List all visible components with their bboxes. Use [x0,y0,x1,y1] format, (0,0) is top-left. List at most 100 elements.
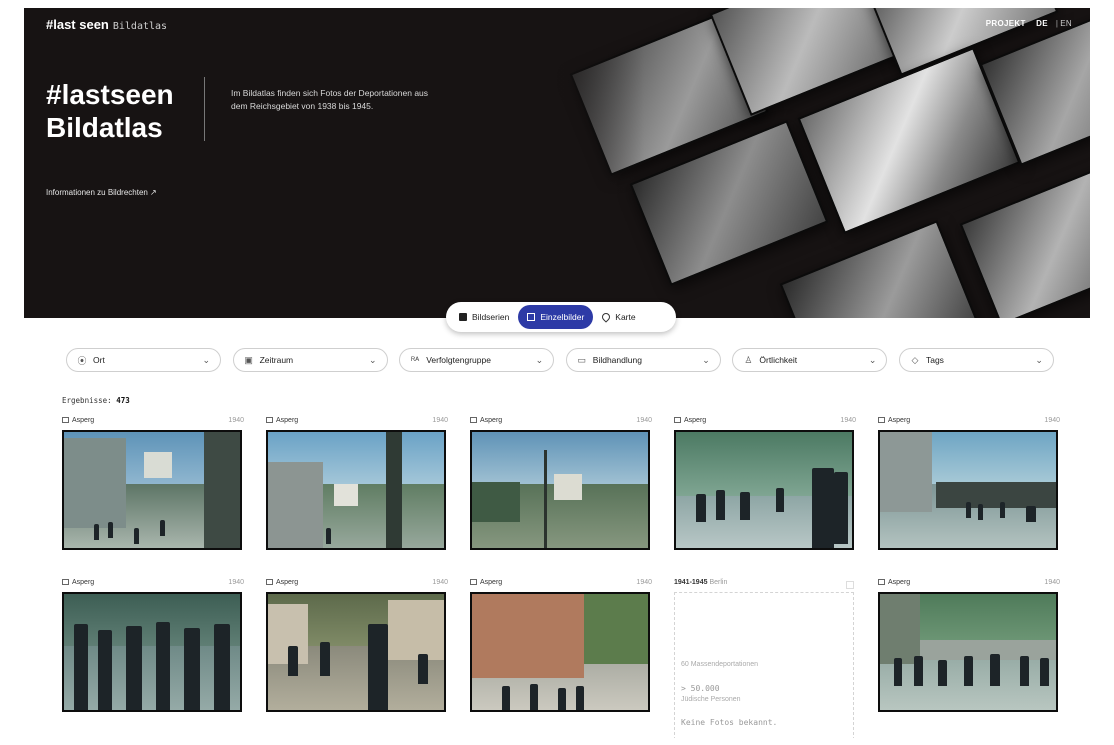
calendar-icon: ▣ [244,354,253,365]
card-location-text: Asperg [72,578,95,586]
card-location: Asperg [878,579,910,586]
image-icon [266,417,273,423]
results-count: Ergebnisse: 473 [62,396,130,405]
brand-sub: Bildatlas [112,21,168,32]
card-location: Asperg [266,579,298,586]
card-year: 1940 [432,416,448,424]
filter-bildhandlung[interactable]: ▭ Bildhandlung ⌄ [565,348,721,372]
card-location-text: Asperg [72,416,95,424]
card-photo[interactable] [470,430,650,550]
card-header: Asperg 1940 [878,576,1060,588]
card-location: Asperg [470,417,502,424]
card-location: Asperg [674,417,706,424]
chevron-down-icon: ⌄ [369,354,377,365]
brand-logo[interactable]: #last seen Bildatlas [46,17,167,32]
image-icon [62,579,69,585]
image-icon [470,579,477,585]
results-number: 473 [116,396,130,405]
card-location-text: Asperg [480,578,503,586]
image-card[interactable]: Asperg 1940 [470,576,652,712]
collage-fade [444,8,644,318]
card-year: 1940 [1044,578,1060,586]
chevron-down-icon: ⌄ [202,354,210,365]
image-card[interactable]: Asperg 1940 [266,414,448,550]
tab-label: Bildserien [472,312,510,322]
view-switcher: Bildserien Einzelbilder Karte [446,302,676,332]
card-location: Asperg [470,579,502,586]
image-icon [674,417,681,423]
map-pin-icon [600,311,612,323]
card-photo[interactable] [62,592,242,712]
filter-tags[interactable]: ◇ Tags ⌄ [898,348,1054,372]
collage-photo [959,160,1090,318]
image-card[interactable]: Asperg 1940 [674,414,856,550]
card-header: Asperg 1940 [470,414,652,426]
card-year: 1940 [432,578,448,586]
filter-label: Örtlichkeit [759,355,798,365]
corner-icon [846,581,854,589]
card-header: 1941-1945 Berlin [674,576,856,588]
city-text: Berlin [709,578,728,586]
chevron-down-icon: ⌄ [535,354,544,365]
card-photo[interactable] [470,592,650,712]
card-location-text: Asperg [888,416,911,424]
card-location: Asperg [62,417,94,424]
card-header: Asperg 1940 [266,576,448,588]
filter-label: Ort [93,355,105,365]
chevron-down-icon: ⌄ [1035,354,1043,365]
tag-icon: ◇ [911,354,919,365]
image-card[interactable]: Asperg 1940 [62,576,244,712]
card-year: 1940 [840,416,856,424]
placeholder-card[interactable]: 1941-1945 Berlin 60 Massendeportationen … [674,576,856,738]
image-card[interactable]: Asperg 1940 [878,414,1060,550]
filter-zeitraum[interactable]: ▣ Zeitraum ⌄ [232,348,388,372]
filter-oertlichkeit[interactable]: ♙ Örtlichkeit ⌄ [732,348,888,372]
results-label: Ergebnisse: [62,396,112,405]
card-year: 1940 [636,578,652,586]
card-photo[interactable] [266,430,446,550]
brand-main: #last seen [46,17,109,32]
card-photo[interactable] [878,592,1058,712]
image-card[interactable]: Asperg 1940 [878,576,1060,712]
filter-ort[interactable]: ⦿ Ort ⌄ [66,348,221,372]
card-photo[interactable] [878,430,1058,550]
card-photo[interactable] [674,430,854,550]
card-location: Asperg [266,417,298,424]
image-card[interactable]: Asperg 1940 [470,414,652,550]
no-photos-panel: 60 Massendeportationen > 50.000 Jüdische… [674,581,854,738]
image-card[interactable]: Asperg 1940 [62,414,244,550]
page-title: #lastseen Bildatlas [46,78,206,144]
building-icon: ♙ [744,354,753,365]
tab-karte[interactable]: Karte [593,305,644,329]
hero-divider [204,77,205,141]
lang-de[interactable]: DE [1036,19,1048,28]
card-year: 1940 [228,416,244,424]
card-period: 1941-1945 Berlin [674,579,727,586]
image-card[interactable]: Asperg 1940 [266,576,448,712]
image-icon [470,417,477,423]
card-location: Asperg [878,417,910,424]
lang-separator: | [1055,19,1059,28]
tab-label: Karte [615,312,636,322]
card-location-text: Asperg [276,416,299,424]
deportations-count: 60 Massendeportationen [681,661,759,668]
card-header: Asperg 1940 [674,414,856,426]
card-photo[interactable] [62,430,242,550]
tab-bildserien[interactable]: Bildserien [450,305,518,329]
hero-section: #last seen Bildatlas PROJEKT DE | EN #lasts… [24,8,1090,318]
title-line-1: #lastseen [46,79,174,110]
nav-projekt[interactable]: PROJEKT [986,19,1026,28]
persons-number: > 50.000 [681,684,720,693]
collage-photo [779,220,979,318]
card-photo[interactable] [266,592,446,712]
image-rights-link[interactable]: Informationen zu Bildrechten ↗ [46,188,157,197]
card-year: 1940 [636,416,652,424]
card-location-text: Asperg [888,578,911,586]
tab-einzelbilder[interactable]: Einzelbilder [518,305,594,329]
top-nav: PROJEKT DE | EN [978,19,1072,28]
filter-verfolgtengruppe[interactable]: ᴿᴬ Verfolgtengruppe ⌄ [399,348,555,372]
image-icon [878,417,885,423]
lang-en[interactable]: EN [1060,19,1072,28]
card-year: 1940 [1044,416,1060,424]
top-bar: #last seen Bildatlas PROJEKT DE | EN [24,8,1090,38]
